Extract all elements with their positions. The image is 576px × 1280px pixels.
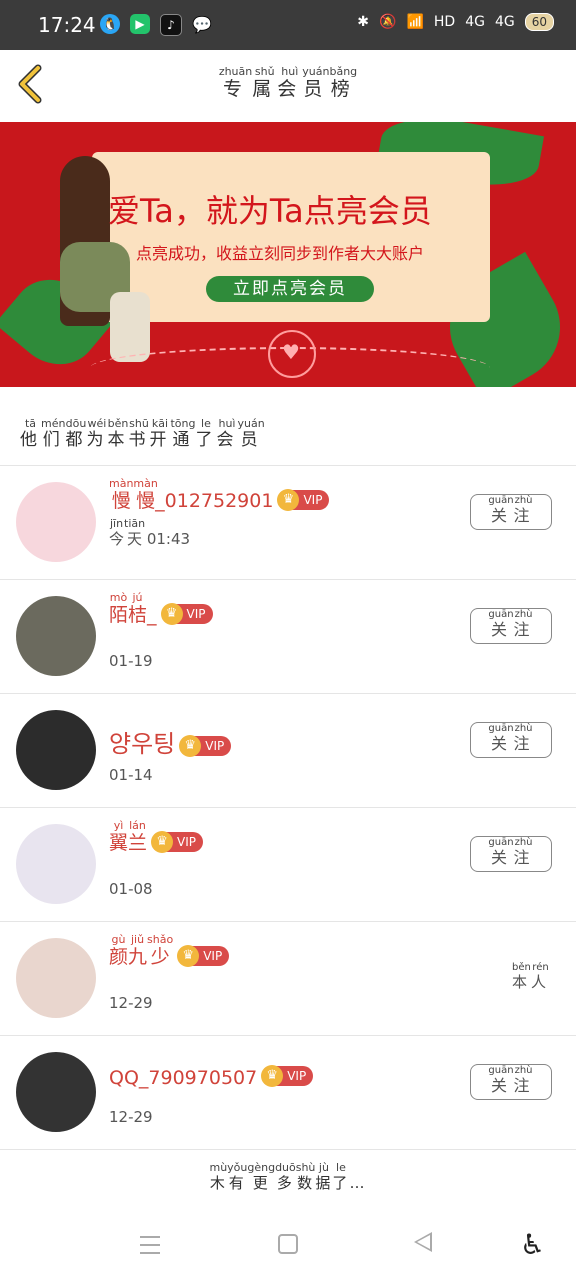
title-char: 员yuán	[302, 65, 330, 100]
member-row[interactable]: 陌mò桔jú_ ♛ VIP 01-19 关guān注zhù	[0, 580, 576, 693]
follow-button[interactable]: 关guān注zhù	[470, 1064, 552, 1100]
member-row[interactable]: 양우팅 ♛ VIP 01-14 关guān注zhù	[0, 694, 576, 807]
section-char: 通tōng	[170, 417, 196, 450]
heart-seal-icon	[268, 330, 316, 378]
home-icon[interactable]	[278, 1234, 298, 1254]
title-char: 属shǔ	[252, 65, 278, 100]
title-char: 榜bǎng	[329, 65, 358, 100]
promo-banner[interactable]: 爱Ta，就为Ta点亮会员 点亮成功，收益立刻同步到作者大大账户 立即点亮会员	[0, 122, 576, 387]
section-char: 了le	[195, 417, 217, 450]
no-more-data-text: 木mù有yǒu更gèng多duō数shù据jù了le…	[209, 1161, 367, 1192]
footer-char: 有yǒu	[227, 1161, 248, 1192]
vip-badge: ♛ VIP	[177, 945, 230, 967]
follow-button[interactable]: 关guān注zhù	[470, 494, 552, 530]
section-char: 本běn	[107, 417, 129, 450]
crown-icon: ♛	[277, 489, 300, 511]
section-char: 们mén	[41, 417, 66, 450]
woman-illustration	[110, 292, 150, 362]
avatar[interactable]	[16, 938, 96, 1018]
video-app-icon: ▶	[130, 14, 150, 34]
vip-badge: ♛ VIP	[151, 831, 204, 853]
crown-icon: ♛	[160, 603, 183, 625]
recent-apps-icon[interactable]	[140, 1236, 160, 1260]
nav-back-icon[interactable]	[414, 1232, 432, 1252]
member-row[interactable]: 翼yì兰lán ♛ VIP 01-08 关guān注zhù	[0, 808, 576, 921]
notification-icons: 🐧 ▶ ♪ 💬	[100, 14, 212, 36]
avatar[interactable]	[16, 1052, 96, 1132]
join-date: 12-29	[109, 994, 153, 1012]
join-date: 01-19	[109, 652, 153, 670]
footer-char: 多duō	[275, 1161, 296, 1192]
page-title: 专zhuān属shǔ会huì员yuán榜bǎng	[0, 65, 576, 101]
status-bar: 17:24 🐧 ▶ ♪ 💬 ✱ 🔕 📶 HD 4G 4G 60	[0, 0, 576, 50]
banner-headline: 爱Ta，就为Ta点亮会员	[108, 192, 432, 230]
battery-icon: 60	[524, 13, 554, 31]
page-header: 专zhuān属shǔ会huì员yuán榜bǎng	[0, 50, 576, 120]
avatar[interactable]	[16, 482, 96, 562]
wifi-icon: 📶	[406, 14, 424, 30]
section-char: 员yuán	[237, 417, 265, 450]
footer-char: 据jù	[315, 1161, 333, 1192]
section-char: 书shū	[128, 417, 150, 450]
title-char: 会huì	[277, 65, 303, 100]
status-time: 17:24	[38, 13, 96, 37]
qq-icon: 🐧	[100, 14, 120, 34]
section-title: 他tā们mén都dōu为wéi本běn书shū开kāi通tōng了le会huì员…	[20, 417, 265, 450]
member-name: 慢màn慢màn_012752901 ♛ VIP	[109, 477, 330, 513]
signal-1: 4G	[465, 14, 485, 30]
member-row[interactable]: QQ_790970507 ♛ VIP 12-29 关guān注zhù	[0, 1036, 576, 1149]
crown-icon: ♛	[261, 1065, 284, 1087]
light-up-vip-button[interactable]: 立即点亮会员	[206, 276, 374, 302]
crown-icon: ♛	[177, 945, 200, 967]
section-char: 都dōu	[65, 417, 87, 450]
vip-badge: ♛ VIP	[160, 603, 213, 625]
bluetooth-icon: ✱	[357, 14, 369, 30]
section-char: 开kāi	[149, 417, 171, 450]
banner-subtitle: 点亮成功，收益立刻同步到作者大大账户	[136, 244, 425, 263]
section-char: 他tā	[20, 417, 41, 450]
mute-icon: 🔕	[379, 14, 397, 30]
avatar[interactable]	[16, 824, 96, 904]
footer-char: 了le	[332, 1161, 350, 1192]
avatar[interactable]	[16, 596, 96, 676]
tiktok-icon: ♪	[160, 14, 182, 36]
vip-badge: ♛ VIP	[277, 489, 330, 511]
footer-char: 木mù	[209, 1161, 228, 1192]
section-char: 会huì	[216, 417, 238, 450]
join-date: 今jīn天tiān 01:43	[109, 517, 191, 548]
footer-char: 更gèng	[247, 1161, 276, 1192]
join-date: 01-08	[109, 880, 153, 898]
wechat-icon: 💬	[192, 14, 212, 34]
crown-icon: ♛	[151, 831, 174, 853]
section-char: 为wéi	[86, 417, 108, 450]
member-name: 翼yì兰lán ♛ VIP	[109, 819, 204, 855]
join-date: 12-29	[109, 1108, 153, 1126]
crown-icon: ♛	[179, 735, 202, 757]
member-row[interactable]: 慢màn慢màn_012752901 ♛ VIP 今jīn天tiān 01:43 关gu…	[0, 466, 576, 579]
divider	[0, 1149, 576, 1150]
member-name: 陌mò桔jú_ ♛ VIP	[109, 591, 213, 627]
follow-button[interactable]: 关guān注zhù	[470, 608, 552, 644]
status-right: ✱ 🔕 📶 HD 4G 4G 60	[357, 13, 554, 31]
follow-button[interactable]: 关guān注zhù	[470, 836, 552, 872]
accessibility-icon[interactable]: ♿	[520, 1228, 545, 1261]
vip-badge: ♛ VIP	[179, 735, 232, 757]
title-char: 专zhuān	[218, 65, 253, 100]
member-name: QQ_790970507 ♛ VIP	[109, 1065, 314, 1089]
signal-2: 4G	[494, 14, 515, 30]
member-row[interactable]: 颜gù九jiǔ少shǎo ♛ VIP 12-29 本běn人rén	[0, 922, 576, 1035]
follow-button[interactable]: 关guān注zhù	[470, 722, 552, 758]
vip-badge: ♛ VIP	[261, 1065, 314, 1087]
member-name: 颜gù九jiǔ少shǎo ♛ VIP	[109, 933, 230, 969]
member-name: 양우팅 ♛ VIP	[109, 724, 232, 759]
avatar[interactable]	[16, 710, 96, 790]
self-label: 本běn人rén	[511, 962, 550, 991]
join-date: 01-14	[109, 766, 153, 784]
footer-char: 数shù	[295, 1161, 316, 1192]
network-label: HD	[433, 14, 456, 30]
system-nav-bar: ♿	[0, 1210, 576, 1280]
